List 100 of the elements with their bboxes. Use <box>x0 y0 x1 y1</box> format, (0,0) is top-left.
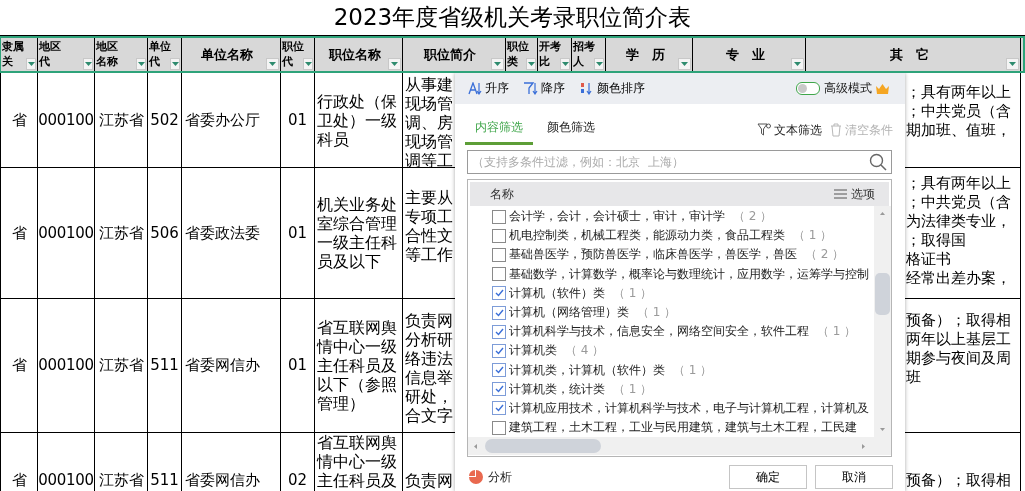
checkbox[interactable] <box>492 209 506 224</box>
advanced-mode-label: 高级模式 <box>824 80 872 97</box>
caret-icon <box>527 62 535 66</box>
vertical-scrollbar[interactable] <box>874 206 891 437</box>
header-label: 隶属关 <box>1 39 24 69</box>
dialog-button[interactable]: 取消 <box>815 465 893 489</box>
table-cell: 02 <box>280 433 314 491</box>
filter-dropdown[interactable] <box>26 58 36 70</box>
checkbox[interactable] <box>492 247 506 262</box>
table-cell-text: 预备）；取得相 <box>905 470 1012 491</box>
item-label: 计算机应用技术，计算机科学与技术，电子与计算机工程，计算机及 <box>509 399 869 417</box>
search-field[interactable]: （支持多条件过滤，例如：北京 上海） <box>467 150 892 174</box>
list-item[interactable]: 会计学，会计，会计硕士，审计，审计学 （ 2 ） <box>468 207 874 227</box>
table-cell: 502 <box>147 73 181 167</box>
scroll-thumb[interactable] <box>485 439 601 453</box>
sort-button[interactable]: 降序 <box>521 78 567 99</box>
caret-icon <box>27 62 35 66</box>
filter-tab[interactable]: 颜色筛选 <box>537 115 605 145</box>
caret-icon <box>171 62 179 66</box>
checkbox[interactable] <box>492 286 506 301</box>
sheet-title: 2023年度省级机关考录职位简介表 <box>333 3 692 32</box>
sort-descending-icon <box>523 82 538 95</box>
column-label: 名称 <box>490 185 514 203</box>
table-cell: 省委政法委 <box>181 168 280 298</box>
list-item[interactable]: 计算机类，统计类 （ 1 ） <box>468 379 874 399</box>
item-label: 基础兽医学，预防兽医学，临床兽医学，兽医学，兽医 <box>509 246 797 264</box>
advanced-mode-toggle[interactable] <box>796 82 820 95</box>
list-item[interactable]: 基础数学，计算数学，概率论与数理统计，应用数学，运筹学与控制 <box>468 264 874 284</box>
filter-dropdown[interactable] <box>560 58 570 70</box>
filter-dropdown[interactable] <box>136 58 146 70</box>
scroll-up-icon <box>880 212 885 215</box>
filter-dropdown[interactable] <box>303 58 313 70</box>
list-item[interactable]: 计算机（软件）类 （ 1 ） <box>468 283 874 303</box>
checkbox[interactable] <box>492 420 506 435</box>
checkbox[interactable] <box>492 324 506 339</box>
table-cell: 01 <box>280 299 314 432</box>
checkbox[interactable] <box>492 267 506 282</box>
list-item[interactable]: 计算机类 （ 4 ） <box>468 341 874 361</box>
checkbox[interactable] <box>492 305 506 320</box>
scroll-right-icon <box>862 443 865 449</box>
checkbox[interactable] <box>492 401 506 416</box>
table-cell-text: ；具有两年以上 ；中共党员（含 期加班、值班， <box>905 82 1012 141</box>
analyze-button[interactable]: 分析 <box>467 468 514 486</box>
table-cell: 江苏省 <box>94 73 147 167</box>
table-cell: 省互联网舆情中心一级主任科员及以下（参照管理） <box>314 299 402 432</box>
header-label: 单位名称 <box>201 47 253 62</box>
filter-dropdown[interactable] <box>791 58 804 70</box>
checkbox[interactable] <box>492 363 506 378</box>
table-cell: 省委办公厅 <box>181 73 280 167</box>
table-cell: 省 <box>0 73 37 167</box>
filter-dropdown[interactable] <box>83 58 93 70</box>
filter-dropdown[interactable] <box>491 58 504 70</box>
checkbox[interactable] <box>492 382 506 397</box>
scroll-thumb[interactable] <box>875 273 890 315</box>
list-item[interactable]: 建筑工程，土木工程，工业与民用建筑，建筑与土木工程，工民建 <box>468 418 874 437</box>
caret-icon <box>84 62 92 66</box>
item-count: （ 2 ） <box>733 208 773 226</box>
sort-button[interactable]: 升序 <box>465 78 511 99</box>
header-label: 职位名称 <box>328 47 381 62</box>
dialog-button[interactable]: 确定 <box>729 465 807 489</box>
checkbox[interactable] <box>492 343 506 358</box>
table-cell: 省互联网舆情中心一级主任科员及 <box>314 433 402 491</box>
filter-dropdown[interactable] <box>1006 58 1019 70</box>
filter-dropdown[interactable] <box>526 58 536 70</box>
item-label: 计算机类 <box>509 342 557 360</box>
table-cell: 省 <box>0 433 37 491</box>
list-item[interactable]: 计算机应用技术，计算机科学与技术，电子与计算机工程，计算机及 <box>468 398 874 419</box>
table-cell: 江苏省 <box>94 433 147 491</box>
header-label: 专 业 <box>725 47 765 62</box>
list-item[interactable]: 计算机类，计算机（软件）类 （ 1 ） <box>468 360 874 380</box>
table-cell: 省 <box>0 299 37 432</box>
sort-button[interactable]: 颜色排序 <box>577 78 647 99</box>
horizontal-scrollbar[interactable] <box>468 437 891 455</box>
list-item[interactable]: 计算机（网络管理）类 （ 1 ） <box>468 302 874 323</box>
filter-dropdown[interactable] <box>594 58 604 70</box>
header-label: 地区名称 <box>95 39 118 69</box>
header-label: 职位代 <box>281 39 304 69</box>
options-button[interactable]: 选项 <box>828 184 881 204</box>
list-item[interactable]: 基础兽医学，预防兽医学，临床兽医学，兽医学，兽医 （ 2 ） <box>468 245 874 265</box>
table-cell: 000100 <box>37 73 94 167</box>
item-label: 会计学，会计，会计硕士，审计，审计学 <box>509 208 725 226</box>
funnel-icon <box>757 123 771 137</box>
table-cell: 江苏省 <box>94 299 147 432</box>
list-item[interactable]: 计算机科学与技术，信息安全，网络空间安全，软件工程 （ 1 ） <box>468 322 874 342</box>
header-label: 招考人 <box>572 39 595 69</box>
filter-dropdown[interactable] <box>388 58 401 70</box>
item-label: 计算机类，统计类 <box>509 380 605 398</box>
filter-dropdown[interactable] <box>678 58 691 70</box>
checkbox[interactable] <box>492 228 506 243</box>
table-cell: 511 <box>147 299 181 432</box>
menu-icon <box>834 189 847 199</box>
list-item[interactable]: 机电控制类，机械工程类，能源动力类，食品工程类 （ 1 ） <box>468 226 874 246</box>
filter-dropdown[interactable] <box>266 58 279 70</box>
text-filter-button[interactable]: 文本筛选 <box>755 121 824 139</box>
filter-dropdown[interactable] <box>170 58 180 70</box>
item-label: 计算机（网络管理）类 <box>509 304 629 322</box>
item-count: （ 1 ） <box>613 284 653 302</box>
header-label: 学 历 <box>625 47 665 62</box>
table-cell: 01 <box>280 73 314 167</box>
caret-icon <box>681 62 688 66</box>
